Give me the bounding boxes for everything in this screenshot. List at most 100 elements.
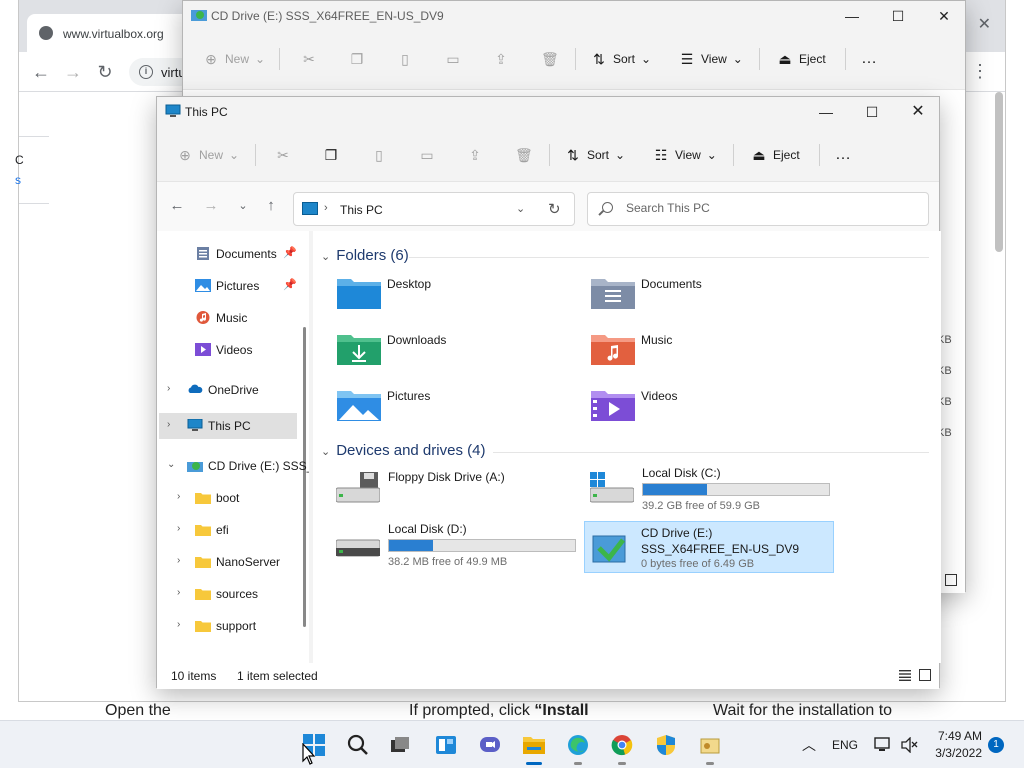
refresh-icon[interactable]: ↻ [548, 200, 561, 218]
more-options-button[interactable]: … [861, 43, 877, 75]
copy-button[interactable]: ❐ [323, 139, 339, 171]
sort-button[interactable]: ⇅ Sort ⌄ [565, 139, 625, 171]
nav-item-cd-drive[interactable]: ⌄ CD Drive (E:) SSS_ [159, 453, 309, 479]
minimize-icon[interactable]: — [803, 97, 849, 127]
share-button[interactable]: ⇪ [467, 139, 483, 171]
delete-button[interactable]: 🗑 [515, 139, 533, 171]
nav-item-pictures[interactable]: Pictures 📌 [159, 273, 297, 299]
back-arrow-icon[interactable]: ← [29, 60, 53, 84]
nav-item-boot[interactable]: › boot [159, 485, 297, 511]
file-explorer-button[interactable] [518, 729, 550, 765]
paste-button[interactable]: ▯ [397, 43, 413, 75]
info-icon[interactable]: i [139, 65, 153, 79]
browser-close-icon[interactable]: ✕ [978, 14, 991, 34]
window-title: This PC [185, 105, 228, 119]
volume-muted-icon[interactable] [900, 737, 918, 753]
chevron-right-icon[interactable]: › [167, 419, 170, 430]
chevron-right-icon[interactable]: › [177, 523, 180, 534]
network-icon[interactable] [874, 737, 892, 753]
rename-button[interactable]: ▭ [445, 43, 461, 75]
delete-button[interactable]: 🗑 [541, 43, 559, 75]
notification-badge[interactable]: 1 [988, 737, 1004, 753]
folder-downloads[interactable]: Downloads [337, 329, 581, 379]
address-bar[interactable]: › This PC ⌄ ↻ [293, 192, 575, 226]
tiles-view-icon[interactable] [919, 669, 931, 681]
folder-desktop[interactable]: Desktop [337, 273, 581, 323]
chrome-button[interactable] [606, 729, 638, 765]
maximize-icon[interactable]: ☐ [849, 97, 895, 127]
pin-icon[interactable]: 📌 [283, 278, 297, 291]
pin-icon[interactable]: 📌 [283, 246, 297, 259]
browser-tab[interactable]: www.virtualbox.org [27, 14, 197, 52]
forward-arrow-icon[interactable]: → [61, 60, 85, 84]
widgets-button[interactable] [430, 729, 462, 761]
new-button[interactable]: ⊕ New ⌄ [203, 43, 265, 75]
rename-button[interactable]: ▭ [419, 139, 435, 171]
chevron-right-icon[interactable]: › [177, 619, 180, 630]
page-left-link[interactable]: s [15, 173, 21, 187]
chevron-down-icon[interactable]: ⌄ [516, 202, 525, 215]
reload-icon[interactable]: ↻ [93, 60, 117, 84]
chevron-right-icon[interactable]: › [167, 383, 170, 394]
search-box[interactable] [587, 192, 929, 226]
maximize-icon[interactable]: ☐ [875, 1, 921, 31]
tiles-view-icon[interactable] [945, 574, 957, 586]
close-icon[interactable]: ✕ [895, 97, 941, 127]
nav-item-music[interactable]: Music [159, 305, 297, 331]
nav-item-label: sources [216, 587, 259, 601]
chevron-down-icon[interactable]: ⌄ [321, 251, 330, 263]
forward-arrow-icon[interactable]: → [199, 194, 223, 218]
recent-locations-icon[interactable]: ⌄ [231, 194, 255, 218]
nav-item-efi[interactable]: › efi [159, 517, 297, 543]
folder-music[interactable]: Music [591, 329, 835, 379]
view-button[interactable]: ☰ View ⌄ [679, 43, 743, 75]
show-hidden-icons-icon[interactable]: ︿ [802, 735, 816, 768]
up-arrow-icon[interactable]: ↑ [259, 194, 283, 218]
nav-item-sources[interactable]: › sources [159, 581, 297, 607]
chevron-right-icon[interactable]: › [177, 587, 180, 598]
view-button[interactable]: ☷ View ⌄ [653, 139, 717, 171]
nav-item-support[interactable]: › support [159, 613, 297, 639]
close-icon[interactable]: ✕ [921, 1, 967, 31]
eject-button[interactable]: ⏏ Eject [751, 139, 799, 171]
paste-button[interactable]: ▯ [371, 139, 387, 171]
eject-button[interactable]: ⏏ Eject [777, 43, 825, 75]
browser-menu-icon[interactable]: ⋮ [971, 62, 989, 80]
edge-button[interactable] [562, 729, 594, 765]
chevron-down-icon[interactable]: ⌄ [321, 446, 330, 458]
drives-group-header[interactable]: ⌄ Devices and drives (4) [321, 442, 485, 462]
app-button[interactable] [694, 729, 726, 765]
sort-button[interactable]: ⇅ Sort ⌄ [591, 43, 651, 75]
folder-pictures[interactable]: Pictures [337, 385, 581, 435]
language-indicator[interactable]: ENG [832, 738, 858, 768]
clock[interactable]: 7:49 AM 3/3/2022 [930, 729, 982, 768]
folders-group-header[interactable]: ⌄ Folders (6) [321, 247, 409, 267]
chevron-right-icon[interactable]: › [177, 555, 180, 566]
copy-button[interactable]: ❐ [349, 43, 365, 75]
folder-videos[interactable]: Videos [591, 385, 835, 435]
cut-button[interactable]: ✂ [275, 139, 291, 171]
chevron-down-icon[interactable]: ⌄ [167, 459, 175, 470]
nav-item-documents[interactable]: Documents 📌 [159, 241, 297, 267]
folder-label: Music [641, 333, 673, 347]
nav-scrollbar[interactable] [303, 327, 306, 627]
security-button[interactable] [650, 729, 682, 761]
nav-item-this-pc[interactable]: › This PC [159, 413, 297, 439]
task-view-button[interactable] [384, 729, 416, 761]
nav-item-videos[interactable]: Videos [159, 337, 297, 363]
new-button[interactable]: ⊕ New ⌄ [177, 139, 239, 171]
chevron-right-icon[interactable]: › [177, 491, 180, 502]
search-button[interactable] [342, 729, 374, 761]
nav-item-nanoserver[interactable]: › NanoServer [159, 549, 297, 575]
folder-documents[interactable]: Documents [591, 273, 835, 323]
minimize-icon[interactable]: — [829, 1, 875, 31]
search-input[interactable] [626, 201, 916, 215]
more-options-button[interactable]: … [835, 139, 851, 171]
nav-item-onedrive[interactable]: › OneDrive [159, 377, 297, 403]
details-view-icon[interactable] [899, 669, 911, 681]
browser-scrollbar[interactable] [995, 92, 1003, 252]
chat-button[interactable] [474, 729, 506, 761]
share-button[interactable]: ⇪ [493, 43, 509, 75]
cut-button[interactable]: ✂ [301, 43, 317, 75]
back-arrow-icon[interactable]: ← [165, 194, 189, 218]
